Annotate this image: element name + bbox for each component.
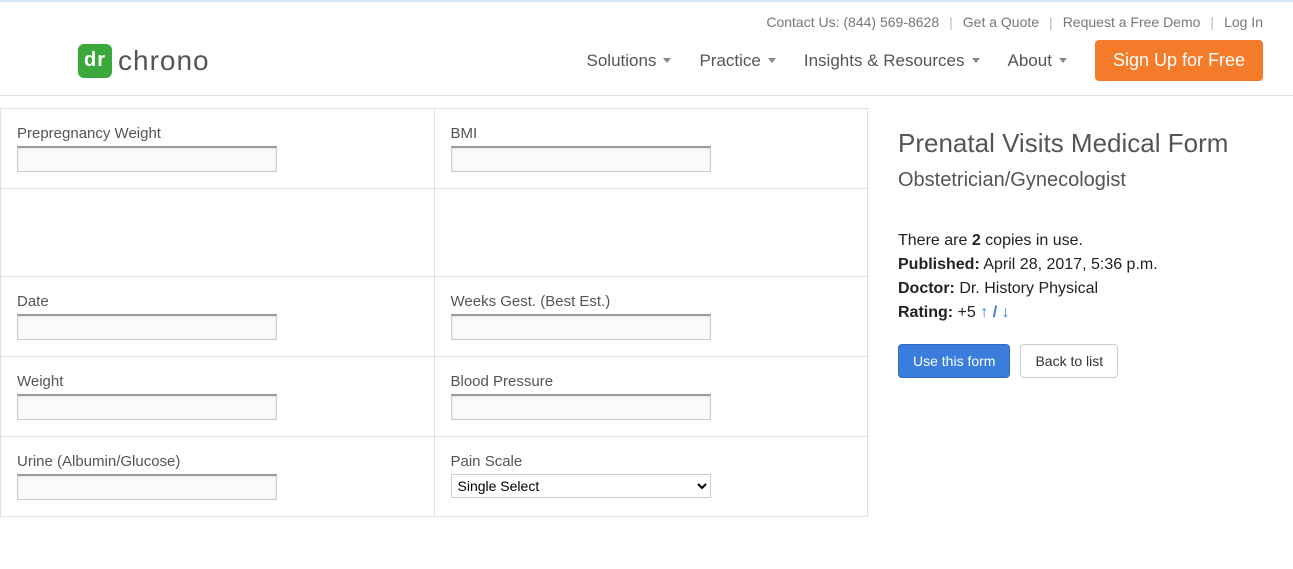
separator: | — [949, 14, 953, 30]
published-value: April 28, 2017, 5:36 p.m. — [980, 256, 1158, 273]
prepregnancy-weight-input[interactable] — [17, 146, 277, 172]
utility-bar: Contact Us: (844) 569-8628 | Get a Quote… — [0, 2, 1293, 30]
separator: | — [1049, 14, 1053, 30]
weight-label: Weight — [17, 373, 418, 390]
page-title: Prenatal Visits Medical Form — [898, 128, 1263, 159]
chevron-down-icon — [768, 58, 776, 63]
nav-about-label: About — [1008, 51, 1052, 71]
main-header: dr chrono Solutions Practice Insights & … — [0, 30, 1293, 96]
copies-info: There are 2 copies in use. — [898, 232, 1263, 250]
date-label: Date — [17, 293, 418, 310]
doctor-value: Dr. History Physical — [955, 280, 1098, 297]
nav-insights[interactable]: Insights & Resources — [804, 51, 980, 71]
weeks-gest-input[interactable] — [451, 314, 711, 340]
rating-down-icon[interactable]: ↓ — [1002, 304, 1010, 321]
date-input[interactable] — [17, 314, 277, 340]
published-label: Published: — [898, 256, 980, 273]
spacer-cell — [434, 189, 868, 277]
pain-scale-select[interactable]: Single Select — [451, 474, 711, 498]
blood-pressure-label: Blood Pressure — [451, 373, 852, 390]
info-sidebar: Prenatal Visits Medical Form Obstetricia… — [868, 108, 1293, 517]
chevron-down-icon — [663, 58, 671, 63]
chevron-down-icon — [972, 58, 980, 63]
logo-text: chrono — [118, 45, 210, 77]
nav-about[interactable]: About — [1008, 51, 1067, 71]
use-this-form-button[interactable]: Use this form — [898, 344, 1010, 378]
logo[interactable]: dr chrono — [78, 44, 210, 78]
nav-solutions-label: Solutions — [587, 51, 657, 71]
primary-nav: Solutions Practice Insights & Resources … — [587, 40, 1264, 81]
weight-input[interactable] — [17, 394, 277, 420]
prepregnancy-weight-label: Prepregnancy Weight — [17, 125, 418, 142]
signup-button[interactable]: Sign Up for Free — [1095, 40, 1263, 81]
rating-label: Rating: — [898, 304, 953, 321]
logo-badge: dr — [78, 44, 112, 78]
back-to-list-button[interactable]: Back to list — [1020, 344, 1118, 378]
doctor-label: Doctor: — [898, 280, 955, 297]
rating-sep: / — [988, 304, 1001, 321]
contact-us-link[interactable]: Contact Us: (844) 569-8628 — [766, 14, 939, 30]
doctor-info: Doctor: Dr. History Physical — [898, 280, 1263, 298]
rating-info: Rating: +5 ↑ / ↓ — [898, 304, 1263, 322]
page-subtitle: Obstetrician/Gynecologist — [898, 169, 1263, 192]
urine-input[interactable] — [17, 474, 277, 500]
request-demo-link[interactable]: Request a Free Demo — [1063, 14, 1201, 30]
published-info: Published: April 28, 2017, 5:36 p.m. — [898, 256, 1263, 274]
get-quote-link[interactable]: Get a Quote — [963, 14, 1039, 30]
separator: | — [1210, 14, 1214, 30]
copies-suffix: copies in use. — [981, 232, 1083, 249]
copies-count: 2 — [972, 232, 981, 249]
login-link[interactable]: Log In — [1224, 14, 1263, 30]
spacer-cell — [1, 189, 435, 277]
bmi-input[interactable] — [451, 146, 711, 172]
pain-scale-label: Pain Scale — [451, 453, 852, 470]
bmi-label: BMI — [451, 125, 852, 142]
urine-label: Urine (Albumin/Glucose) — [17, 453, 418, 470]
blood-pressure-input[interactable] — [451, 394, 711, 420]
chevron-down-icon — [1059, 58, 1067, 63]
nav-solutions[interactable]: Solutions — [587, 51, 672, 71]
nav-insights-label: Insights & Resources — [804, 51, 965, 71]
nav-practice[interactable]: Practice — [699, 51, 775, 71]
weeks-gest-label: Weeks Gest. (Best Est.) — [451, 293, 852, 310]
copies-prefix: There are — [898, 232, 972, 249]
nav-practice-label: Practice — [699, 51, 760, 71]
medical-form: Prepregnancy Weight BMI Date Weeks Gest.… — [0, 108, 868, 517]
rating-value: +5 — [953, 304, 980, 321]
